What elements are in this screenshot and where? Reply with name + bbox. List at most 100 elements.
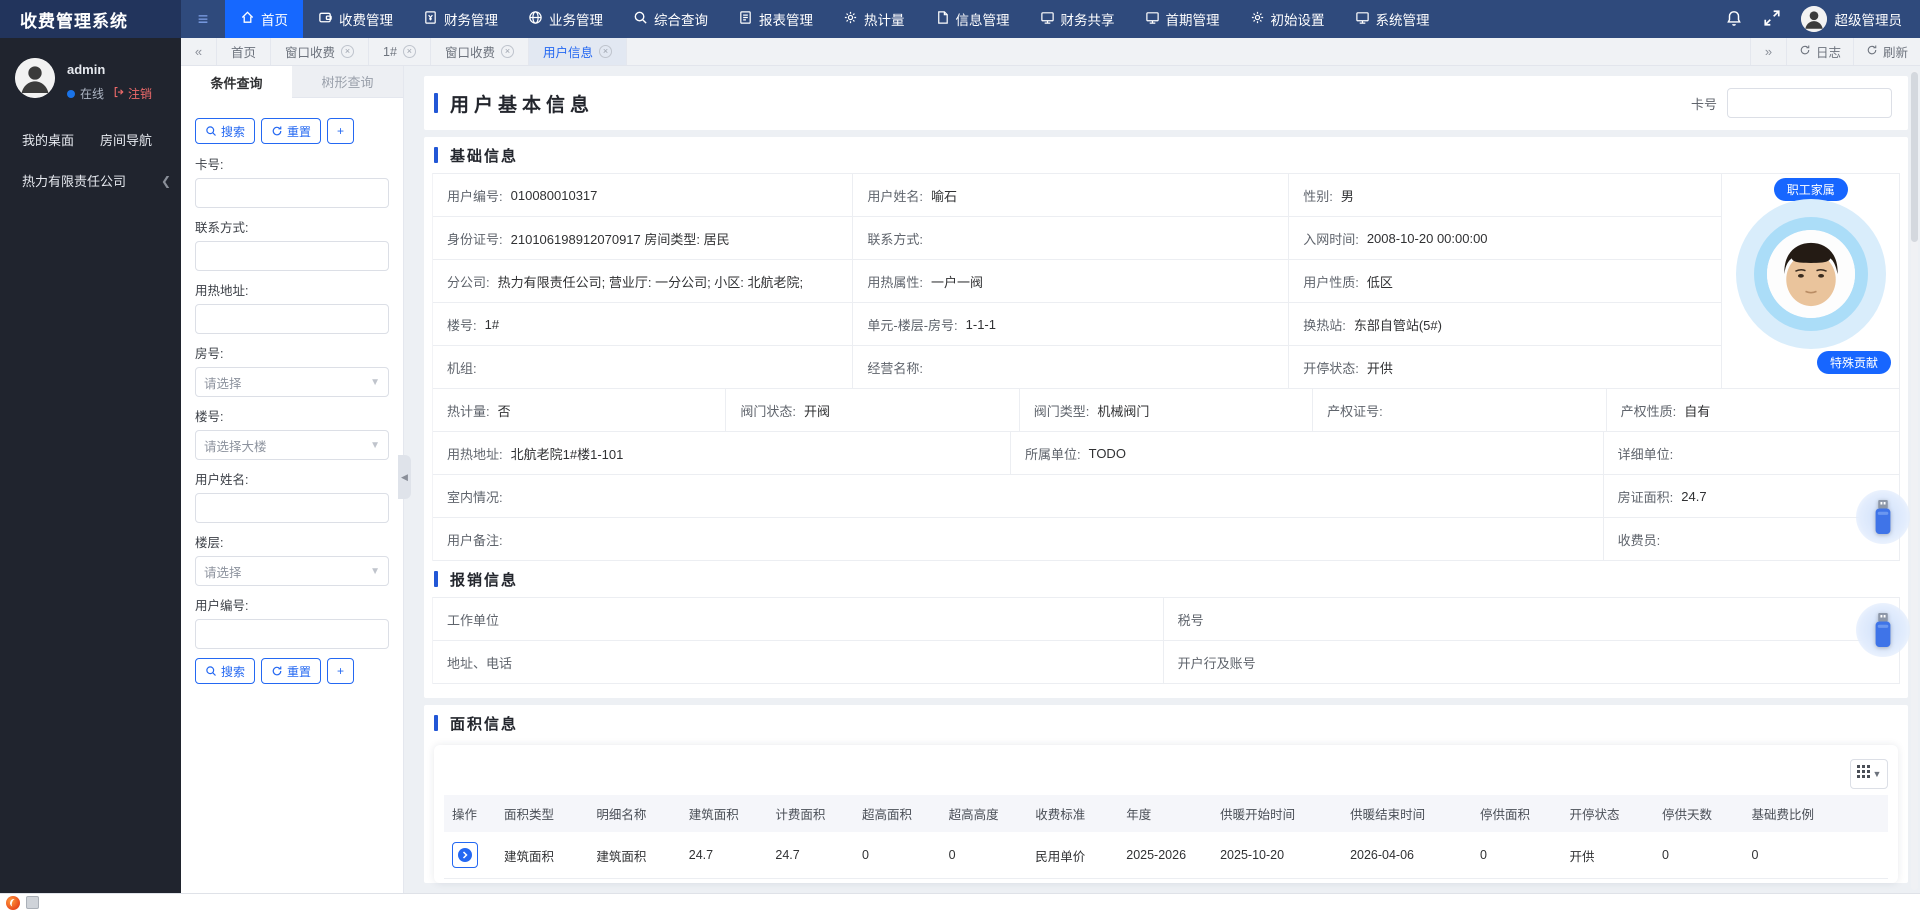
field-supply-status: 开停状态:开供 (1289, 346, 1722, 389)
field-id-card: 身份证号:210106198912070917 房间类型: 居民 (433, 217, 853, 260)
taskbar-app-icon-2[interactable] (26, 896, 39, 909)
menu-item-system[interactable]: 系统管理 (1340, 0, 1445, 38)
logout-button[interactable]: 注销 (113, 85, 152, 102)
field-branch: 分公司:热力有限责任公司; 营业厅: 一分公司; 小区: 北航老院; (433, 260, 853, 303)
close-icon[interactable]: × (501, 45, 514, 58)
usb-reader-widget-1[interactable] (1856, 490, 1910, 544)
taskbar-app-icon-1[interactable] (6, 896, 20, 910)
add-button[interactable]: + (327, 118, 354, 144)
contact-input[interactable] (195, 241, 389, 271)
user-menu[interactable]: 超级管理员 (1801, 6, 1903, 32)
tab-user-info[interactable]: 用户信息× (529, 38, 627, 65)
log-button[interactable]: 日志 (1786, 38, 1853, 65)
menu-item-business[interactable]: 业务管理 (513, 0, 618, 38)
menu-item-initial-setup[interactable]: 初始设置 (1235, 0, 1340, 38)
hamburger-menu-icon[interactable]: ≡ (181, 0, 225, 38)
close-icon[interactable]: × (341, 45, 354, 58)
app-title: 收费管理系统 (0, 0, 181, 38)
tab-window-charging-2[interactable]: 窗口收费× (431, 38, 529, 65)
usb-reader-widget-2[interactable] (1856, 603, 1910, 657)
search-button-bottom[interactable]: 搜索 (195, 658, 255, 684)
sidebar-item-my-desktop[interactable]: 我的桌面 (22, 130, 74, 149)
menu-item-reports[interactable]: 报表管理 (723, 0, 828, 38)
menu-item-query[interactable]: 综合查询 (618, 0, 723, 38)
close-icon[interactable]: × (403, 45, 416, 58)
menu-item-finance-share[interactable]: 财务共享 (1025, 0, 1130, 38)
field-employer-unit: 所属单位:TODO (1011, 432, 1604, 475)
field-label-building-no: 楼号: (195, 406, 389, 425)
monitor-icon (1355, 10, 1370, 28)
field-unit-floor-room: 单元-楼层-房号:1-1-1 (853, 303, 1289, 346)
menu-item-finance[interactable]: 财务管理 (408, 0, 513, 38)
close-icon[interactable]: × (599, 45, 612, 58)
notifications-bell-icon[interactable] (1725, 9, 1745, 29)
tabs-scroll-left-button[interactable]: « (181, 38, 217, 65)
sidebar-avatar (15, 58, 55, 98)
title-accent-bar (434, 93, 438, 113)
menu-item-charging[interactable]: 收费管理 (303, 0, 408, 38)
tab-condition-query[interactable]: 条件查询 (181, 66, 292, 98)
field-heat-station: 换热站:东部自管站(5#) (1289, 303, 1722, 346)
cardno-input[interactable] (1727, 88, 1892, 118)
fullscreen-icon[interactable] (1763, 9, 1783, 29)
add-button-bottom[interactable]: + (327, 658, 354, 684)
main-scrollbar[interactable] (1911, 70, 1918, 890)
tabs-scroll-right-button[interactable]: » (1750, 38, 1786, 65)
top-navbar: 收费管理系统 ≡ 首页 收费管理 财务管理 业务管理 综合查询 报表管理 热计 (0, 0, 1920, 38)
sidebar-item-company[interactable]: 热力有限责任公司 ❮ (0, 149, 181, 190)
section-reimburse-info: 报销信息 (424, 561, 1908, 597)
row-expand-button[interactable] (452, 842, 478, 868)
user-name-input[interactable] (195, 493, 389, 523)
menu-item-info[interactable]: 信息管理 (920, 0, 1025, 38)
menu-item-first-period[interactable]: 首期管理 (1130, 0, 1235, 38)
field-building: 楼号:1# (433, 303, 853, 346)
field-fee-collector: 收费员: (1604, 518, 1900, 561)
tab-1hash[interactable]: 1#× (369, 38, 431, 65)
usb-icon (1870, 612, 1896, 648)
online-status-dot (67, 90, 75, 98)
reset-button-bottom[interactable]: 重置 (261, 658, 321, 684)
card-no-input[interactable] (195, 178, 389, 208)
sidebar-item-room-nav[interactable]: 房间导航 (100, 130, 152, 149)
panel-collapse-handle[interactable]: ◀ (398, 455, 411, 499)
field-contact: 联系方式: (853, 217, 1289, 260)
search-button[interactable]: 搜索 (195, 118, 255, 144)
menu-item-home[interactable]: 首页 (225, 0, 303, 38)
tab-window-charging-1[interactable]: 窗口收费× (271, 38, 369, 65)
field-indoor-condition: 室内情况: (433, 475, 1604, 518)
table-columns-button[interactable]: ▼ (1850, 759, 1888, 789)
heat-address-input[interactable] (195, 304, 389, 334)
tab-home[interactable]: 首页 (217, 38, 271, 65)
field-label-card-no: 卡号: (195, 154, 389, 173)
reset-button[interactable]: 重置 (261, 118, 321, 144)
usb-icon (1870, 499, 1896, 535)
menu-item-heat-metering[interactable]: 热计量 (828, 0, 920, 38)
field-user-name: 用户姓名:喻石 (853, 174, 1289, 217)
badge-employee-family: 职工家属 (1774, 178, 1848, 201)
area-table-header: 操作 面积类型 明细名称 建筑面积 计费面积 超高面积 超高高度 收费标准 年度… (444, 795, 1888, 832)
page-title: 用户基本信息 (434, 90, 594, 117)
room-no-select[interactable]: 请选择▼ (195, 367, 389, 397)
field-heat-address: 用热地址:北航老院1#楼1-101 (433, 432, 1011, 475)
refresh-button[interactable]: 刷新 (1853, 38, 1920, 65)
field-detail-unit: 详细单位: (1604, 432, 1900, 475)
floor-select[interactable]: 请选择▼ (195, 556, 389, 586)
field-bank-account: 开户行及账号 (1164, 641, 1900, 684)
main-content: 用户基本信息 卡号 基础信息 用户编号:010080010317 用户姓名:喻石… (404, 66, 1920, 893)
field-address-phone: 地址、电话 (433, 641, 1164, 684)
finance-doc-icon (423, 10, 438, 28)
tab-tree-query[interactable]: 树形查询 (292, 66, 403, 98)
chevron-down-icon: ▼ (370, 377, 380, 388)
user-no-input[interactable] (195, 619, 389, 649)
field-property-cert-no: 产权证号: (1313, 389, 1606, 432)
field-property-nature: 产权性质:自有 (1607, 389, 1900, 432)
field-label-heat-address: 用热地址: (195, 280, 389, 299)
field-user-no: 用户编号:010080010317 (433, 174, 853, 217)
field-label-user-name: 用户姓名: (195, 469, 389, 488)
area-table: 操作 面积类型 明细名称 建筑面积 计费面积 超高面积 超高高度 收费标准 年度… (444, 795, 1888, 879)
field-label-floor: 楼层: (195, 532, 389, 551)
logout-icon (113, 86, 125, 101)
left-sidebar: admin 在线 注销 我的桌面 房间导航 热力有限责任公司 ❮ (0, 38, 181, 893)
building-no-select[interactable]: 请选择大楼▼ (195, 430, 389, 460)
gear-icon (1250, 10, 1265, 28)
